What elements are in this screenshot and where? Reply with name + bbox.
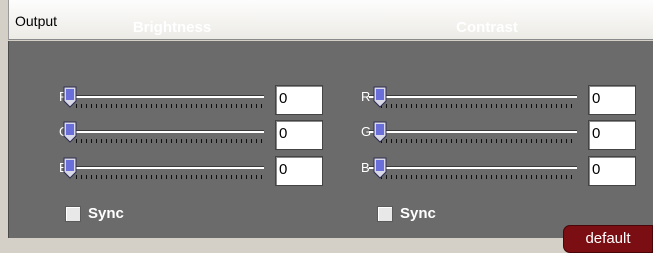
- contrast-r-thumb[interactable]: [373, 86, 387, 108]
- contrast-g-ticks: [381, 139, 576, 143]
- contrast-g-value[interactable]: 0: [588, 120, 636, 150]
- brightness-b-ticks: [76, 175, 263, 179]
- contrast-r-track[interactable]: [369, 95, 577, 98]
- contrast-g-track[interactable]: [369, 130, 577, 133]
- contrast-sync-checkbox[interactable]: [377, 206, 393, 222]
- contrast-sync-label: Sync: [400, 205, 436, 222]
- brightness-r-track[interactable]: [66, 95, 264, 98]
- contrast-r-ticks: [381, 104, 576, 108]
- brightness-sync-checkbox[interactable]: [65, 206, 81, 222]
- default-button[interactable]: default: [563, 225, 653, 253]
- contrast-b-value[interactable]: 0: [588, 156, 636, 186]
- brightness-r-thumb[interactable]: [63, 86, 77, 108]
- brightness-b-thumb[interactable]: [63, 157, 77, 179]
- brightness-g-thumb[interactable]: [63, 121, 77, 143]
- brightness-sync-label: Sync: [88, 205, 124, 222]
- contrast-g-thumb[interactable]: [373, 121, 387, 143]
- brightness-title: Brightness: [132, 19, 212, 36]
- contrast-b-thumb[interactable]: [373, 157, 387, 179]
- brightness-r-ticks: [76, 104, 263, 108]
- contrast-b-track[interactable]: [369, 166, 577, 169]
- brightness-r-value[interactable]: 0: [275, 85, 323, 115]
- brightness-g-ticks: [76, 139, 263, 143]
- contrast-r-value[interactable]: 0: [588, 85, 636, 115]
- brightness-b-value[interactable]: 0: [275, 156, 323, 186]
- contrast-title: Contrast: [456, 19, 518, 36]
- brightness-g-track[interactable]: [66, 130, 264, 133]
- contrast-b-ticks: [381, 175, 576, 179]
- output-title: Output: [15, 13, 58, 29]
- brightness-b-track[interactable]: [66, 166, 264, 169]
- brightness-g-value[interactable]: 0: [275, 120, 323, 150]
